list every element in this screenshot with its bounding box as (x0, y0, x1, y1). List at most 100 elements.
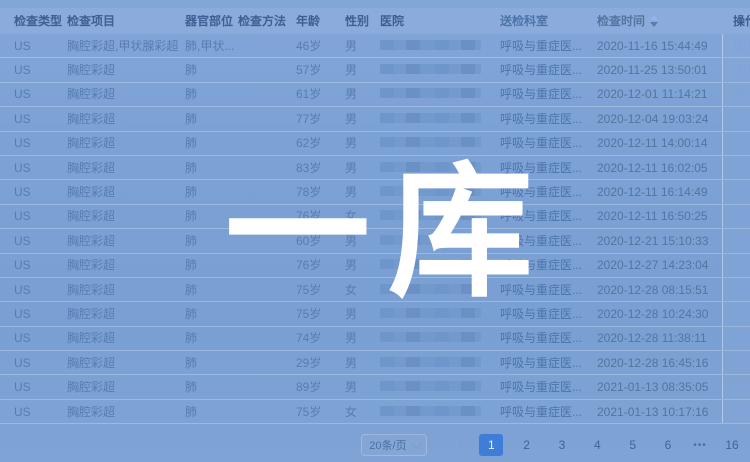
view-image-link[interactable]: 阅片 (734, 88, 750, 100)
cell-gender: 男 (345, 88, 380, 100)
view-image-link[interactable]: 阅片 (734, 259, 750, 271)
view-image-link[interactable]: 阅片 (734, 210, 750, 222)
cell-exam-type: US (0, 235, 67, 247)
redacted-hospital-bar (380, 113, 481, 123)
view-image-link[interactable]: 阅片 (734, 113, 750, 125)
cell-exam-item: 胸腔彩超 (67, 308, 185, 320)
cell-department: 呼吸与重症医... (500, 210, 597, 222)
cell-department: 呼吸与重症医... (500, 332, 597, 344)
table-row: US 胸腔彩超 肺 61岁 男 呼吸与重症医... 2020-12-01 11:… (0, 83, 750, 107)
redacted-hospital-bar (380, 235, 481, 245)
table-row: US 胸腔彩超 肺 77岁 男 呼吸与重症医... 2020-12-04 19:… (0, 107, 750, 131)
redacted-hospital-bar (380, 259, 481, 269)
cell-actions: 阅片 (722, 107, 750, 130)
cell-actions: 阅片 (722, 375, 750, 398)
cell-exam-item: 胸腔彩超 (67, 113, 185, 125)
cell-department: 呼吸与重症医... (500, 406, 597, 418)
redacted-hospital-bar (380, 284, 481, 294)
redacted-hospital-bar (380, 381, 481, 391)
cell-age: 75岁 (296, 284, 345, 296)
cell-actions: 阅片 (722, 400, 750, 423)
cell-exam-time: 2021-01-13 10:17:16 (597, 406, 722, 418)
cell-exam-type: US (0, 284, 67, 296)
cell-age: 46岁 (296, 40, 345, 52)
cell-organ-part: 肺 (185, 162, 238, 174)
table-row: US 胸腔彩超 肺 78岁 男 呼吸与重症医... 2020-12-11 16:… (0, 180, 750, 204)
page-button[interactable]: 2 (515, 434, 539, 456)
cell-exam-time: 2020-12-11 16:02:05 (597, 162, 722, 174)
cell-exam-type: US (0, 137, 67, 149)
cell-actions: 阅片 (722, 156, 750, 179)
column-header-exam-item: 检查项目 (67, 15, 185, 27)
redacted-hospital-bar (380, 406, 481, 416)
page-button[interactable]: 5 (621, 434, 645, 456)
view-image-link[interactable]: 阅片 (734, 284, 750, 296)
page-button-last[interactable]: 16 (720, 434, 744, 456)
cell-department: 呼吸与重症医... (500, 64, 597, 76)
cell-actions: 阅片 (722, 278, 750, 301)
view-image-link[interactable]: 阅片 (734, 406, 750, 418)
cell-gender: 男 (345, 113, 380, 125)
view-image-link[interactable]: 阅片 (734, 357, 750, 369)
cell-exam-time: 2020-12-11 16:50:25 (597, 210, 722, 222)
page-button[interactable]: 6 (656, 434, 680, 456)
view-image-link[interactable]: 阅片 (734, 381, 750, 393)
column-header-exam-type: 检查类型 (0, 15, 67, 27)
view-image-link[interactable]: 阅片 (734, 64, 750, 76)
cell-exam-type: US (0, 186, 67, 198)
cell-department: 呼吸与重症医... (500, 88, 597, 100)
column-header-organ-part: 器官部位 (185, 15, 238, 27)
view-image-link[interactable]: 阅片 (734, 162, 750, 174)
cell-age: 76岁 (296, 210, 345, 222)
cell-exam-time: 2020-12-28 16:45:16 (597, 357, 722, 369)
cell-hospital (380, 284, 500, 296)
cell-actions: 阅片 (722, 34, 750, 57)
cell-hospital (380, 381, 500, 393)
page-button[interactable]: 4 (585, 434, 609, 456)
cell-department: 呼吸与重症医... (500, 137, 597, 149)
cell-exam-time: 2020-12-21 15:10:33 (597, 235, 722, 247)
prev-page-button[interactable]: ‹ (449, 434, 473, 456)
table-body: US 胸腔彩超,甲状腺彩超 肺,甲状... 46岁 男 呼吸与重症医... 20… (0, 34, 750, 424)
view-image-link[interactable]: 阅片 (734, 186, 750, 198)
page-button[interactable]: 1 (479, 434, 503, 456)
sort-desc-icon[interactable] (650, 22, 658, 27)
cell-exam-type: US (0, 64, 67, 76)
cell-age: 75岁 (296, 406, 345, 418)
cell-hospital (380, 64, 500, 76)
cell-organ-part: 肺 (185, 332, 238, 344)
cell-department: 呼吸与重症医... (500, 235, 597, 247)
cell-gender: 男 (345, 357, 380, 369)
more-pages-button[interactable]: ••• (688, 434, 712, 456)
page-size-select[interactable]: 20条/页 (361, 434, 427, 456)
view-image-link[interactable]: 阅片 (734, 235, 750, 247)
chevron-down-icon (411, 438, 422, 449)
column-header-department: 送检科室 (500, 15, 597, 27)
pagination: 20条/页 ‹ 1 2 3 4 5 6 ••• 16 (361, 433, 748, 457)
cell-hospital (380, 357, 500, 369)
column-header-hospital: 医院 (380, 15, 500, 27)
cell-gender: 男 (345, 259, 380, 271)
cell-exam-item: 胸腔彩超 (67, 186, 185, 198)
view-image-link[interactable]: 阅片 (734, 308, 750, 320)
table-row: US 胸腔彩超 肺 57岁 男 呼吸与重症医... 2020-11-25 13:… (0, 58, 750, 82)
redacted-hospital-bar (380, 357, 481, 367)
cell-age: 77岁 (296, 113, 345, 125)
view-image-link[interactable]: 阅片 (734, 332, 750, 344)
view-image-link[interactable]: 阅片 (734, 40, 750, 52)
cell-hospital (380, 332, 500, 344)
view-image-link[interactable]: 阅片 (734, 137, 750, 149)
cell-hospital (380, 235, 500, 247)
cell-exam-type: US (0, 381, 67, 393)
cell-exam-item: 胸腔彩超 (67, 162, 185, 174)
cell-organ-part: 肺 (185, 284, 238, 296)
redacted-hospital-bar (380, 137, 481, 147)
cell-age: 29岁 (296, 357, 345, 369)
page-button[interactable]: 3 (550, 434, 574, 456)
sort-asc-icon[interactable] (650, 15, 658, 20)
cell-exam-type: US (0, 308, 67, 320)
table-row: US 胸腔彩超 肺 74岁 男 呼吸与重症医... 2020-12-28 11:… (0, 327, 750, 351)
column-header-age: 年龄 (296, 15, 345, 27)
column-header-exam-time[interactable]: 检查时间 (597, 15, 722, 28)
cell-actions: 阅片 (722, 132, 750, 155)
